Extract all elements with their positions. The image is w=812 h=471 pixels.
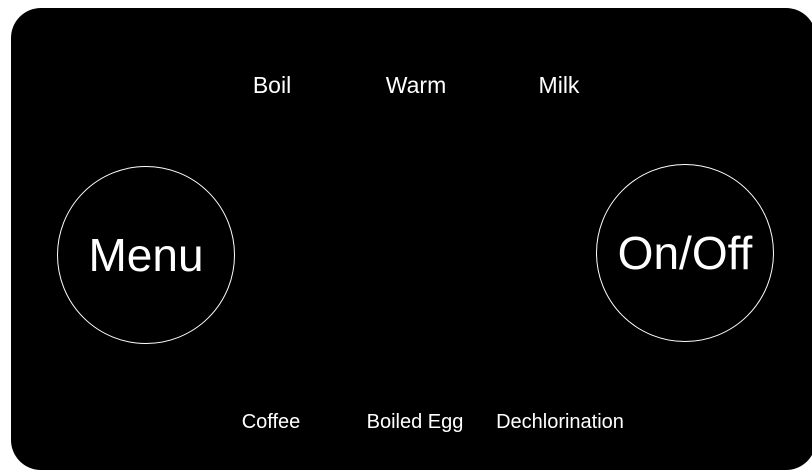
mode-coffee[interactable]: Coffee bbox=[242, 412, 301, 432]
mode-milk[interactable]: Milk bbox=[539, 74, 580, 97]
mode-dechlorination[interactable]: Dechlorination bbox=[496, 412, 624, 432]
menu-button-label: Menu bbox=[88, 229, 204, 281]
menu-button[interactable]: Menu bbox=[57, 166, 235, 344]
mode-boiled-egg[interactable]: Boiled Egg bbox=[367, 412, 464, 432]
mode-boil[interactable]: Boil bbox=[253, 74, 291, 97]
power-button-label: On/Off bbox=[617, 227, 753, 279]
control-panel: Boil Warm Milk Menu On/Off Coffee Boiled… bbox=[11, 8, 812, 470]
mode-warm[interactable]: Warm bbox=[386, 74, 446, 97]
power-button[interactable]: On/Off bbox=[596, 164, 774, 342]
